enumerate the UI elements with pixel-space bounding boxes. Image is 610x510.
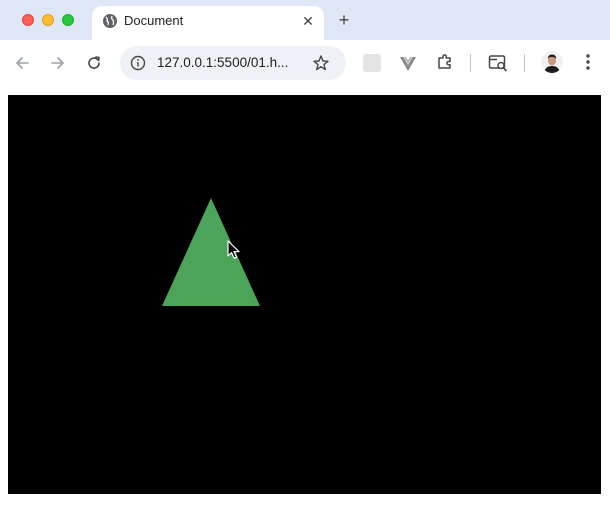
window-close-button[interactable]	[22, 14, 34, 26]
canvas-background	[8, 95, 601, 494]
window-minimize-button[interactable]	[42, 14, 54, 26]
page-viewport[interactable]	[8, 95, 601, 494]
more-vertical-icon[interactable]	[580, 52, 596, 72]
tab-title: Document	[124, 13, 184, 28]
toolbar-divider	[470, 54, 471, 72]
plus-icon[interactable]: +	[334, 10, 354, 30]
url-text[interactable]: 127.0.0.1:5500/01.h...	[157, 55, 288, 71]
back-arrow-icon[interactable]	[12, 53, 32, 73]
reload-icon[interactable]	[84, 53, 104, 73]
puzzle-icon[interactable]	[435, 52, 455, 72]
tab-document[interactable]: Document ✕	[92, 6, 324, 40]
extension-square-icon[interactable]	[363, 54, 381, 72]
toolbar-divider	[524, 54, 525, 72]
star-icon[interactable]	[312, 54, 330, 72]
close-icon[interactable]: ✕	[298, 11, 318, 31]
webgl-canvas[interactable]	[8, 95, 601, 494]
avatar[interactable]	[541, 51, 563, 73]
browser-window: Document ✕ + 127.0.0.1:5500/01.h...	[0, 0, 610, 510]
address-bar[interactable]: 127.0.0.1:5500/01.h...	[120, 46, 346, 80]
forward-arrow-icon[interactable]	[48, 53, 68, 73]
tab-search-icon[interactable]	[488, 54, 508, 72]
vue-devtools-icon[interactable]	[399, 55, 417, 73]
info-icon[interactable]	[130, 55, 146, 71]
browser-toolbar: 127.0.0.1:5500/01.h...	[0, 40, 610, 86]
globe-icon	[103, 14, 117, 28]
tab-strip: Document ✕ +	[0, 0, 610, 40]
profile-avatar-icon	[541, 51, 563, 73]
window-maximize-button[interactable]	[62, 14, 74, 26]
